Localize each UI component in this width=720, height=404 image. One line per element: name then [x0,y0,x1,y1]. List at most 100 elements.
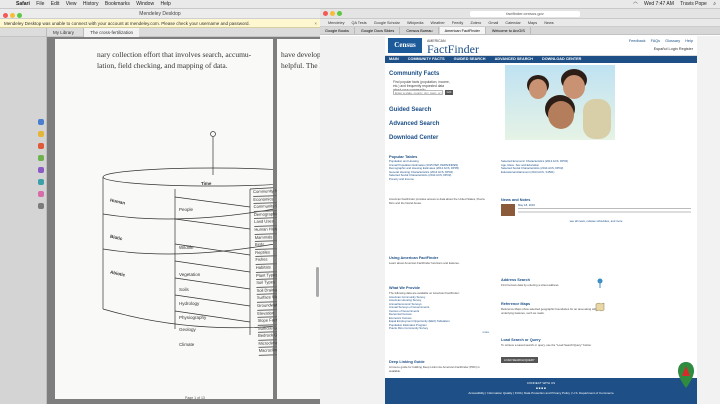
go-button[interactable]: GO [445,90,453,95]
highlight-tool-icon[interactable] [38,131,44,137]
menu-edit[interactable]: Edit [51,1,60,7]
nav-download-center[interactable]: DOWNLOAD CENTER [542,57,581,61]
eraser-tool-icon[interactable] [38,203,44,209]
pen-tool-icon[interactable] [38,167,44,173]
login-link[interactable]: Login [669,47,678,51]
flickr-icon[interactable]: ■ [544,386,546,390]
nav-main[interactable]: MAIN [389,57,399,61]
tab-my-library[interactable]: My Library [46,28,80,37]
facebook-icon[interactable]: ■ [536,386,538,390]
close-window-icon[interactable] [323,11,328,16]
load-search-block: Load Search or Query To retrieve a saved… [501,338,621,366]
news-thumbnail[interactable] [501,204,515,216]
register-link[interactable]: Register [679,47,693,51]
bookmark[interactable]: Maps [528,21,537,25]
factfinder-title[interactable]: FactFinder [427,42,479,57]
wwp-more-link[interactable]: more [389,330,489,335]
news-block: News and Notes May 18, 2016 see all news… [501,198,691,224]
page-text-line: helpful. The N [281,61,320,70]
bookmark[interactable]: Gmail [488,21,498,25]
category-geology: Geology [179,327,196,332]
browser-tab[interactable]: Census Bureau [401,27,439,34]
close-window-icon[interactable] [3,13,8,18]
browser-tab[interactable]: Google Docs Slides [356,27,401,34]
minimize-window-icon[interactable] [10,13,15,18]
menu-window[interactable]: Window [136,1,154,7]
nav-advanced-search[interactable]: ADVANCED SEARCH [495,57,533,61]
address-bar[interactable]: factfinder.census.gov [470,11,580,17]
table-link[interactable]: Educational Attainment (2014 ACS, S1501) [501,170,611,175]
factfinder-page: Census AMERICAN FactFinder Feedback FAQs… [320,36,720,404]
bookmark[interactable]: Google Scholar [374,21,400,25]
banner-text: Mendeley Desktop was unable to connect w… [4,21,250,26]
map-icon [595,302,605,312]
category-soils: Soils [179,287,189,292]
color-tool-icon[interactable] [38,155,44,161]
community-facts-input[interactable] [393,90,443,95]
tab-document[interactable]: The cross-fertilization [83,28,140,37]
reference-maps-title[interactable]: Reference Maps [501,302,601,306]
main-nav: MAIN COMMUNITY FACTS GUIDED SEARCH ADVAN… [385,56,697,63]
menu-file[interactable]: File [36,1,44,7]
note-tool-icon[interactable] [38,143,44,149]
load-search-text: To retrieve a saved search or query, use… [501,343,592,347]
menu-bookmarks[interactable]: Bookmarks [105,1,130,7]
menu-help[interactable]: Help [160,1,170,7]
bookmark[interactable]: Weather [431,21,445,25]
pdf-view[interactable]: nary collection effort that involves sea… [47,37,320,404]
using-title[interactable]: Using American FactFinder [389,256,489,260]
scrollbar[interactable] [316,267,319,297]
news-title: News and Notes [501,198,531,202]
page-footer: Page 1 of 13 [185,396,205,400]
select-tool-icon[interactable] [38,119,44,125]
faqs-link[interactable]: FAQs [651,39,661,43]
bookmark[interactable]: Calendar [505,21,520,25]
bookmark[interactable]: News [544,21,554,25]
bookmark[interactable]: Feedly [452,21,463,25]
hero-section: Community Facts Find popular facts (popu… [385,63,697,143]
menu-view[interactable]: View [66,1,77,7]
bookmark[interactable]: Wikipedia [407,21,423,25]
browser-tab[interactable]: Welcome to ArcGIS [487,27,531,34]
address-title[interactable]: Address Search [501,278,601,282]
news-more-link[interactable]: see all news, release schedules, and mor… [501,219,691,224]
bookmark[interactable]: Mendeley [328,21,344,25]
census-logo[interactable]: Census [388,38,422,53]
user-name[interactable]: Travis Pope [680,1,707,7]
search-icon[interactable]: ⌕ [713,1,716,7]
deep-linking-title[interactable]: Deep Linking Guide [389,360,489,364]
pushpin-icon [597,278,603,288]
bookmark[interactable]: Zotero [470,21,481,25]
help-link[interactable]: Help [685,39,693,43]
zoom-window-icon[interactable] [17,13,22,18]
minimize-window-icon[interactable] [330,11,335,16]
browser-tab[interactable]: Google Books [320,27,355,34]
glossary-link[interactable]: Glossary [665,39,680,43]
download-center-link[interactable]: Download Center [389,135,438,141]
banner-close-icon[interactable]: × [314,19,317,27]
zoom-window-icon[interactable] [337,11,342,16]
shape-tool-icon[interactable] [38,179,44,185]
category-people: People [179,207,194,212]
footer-links[interactable]: Accessibility | Information Quality | FO… [385,391,697,396]
nav-guided-search[interactable]: GUIDED SEARCH [454,57,486,61]
guided-search-link[interactable]: Guided Search [389,107,431,113]
clock[interactable]: Wed 7:47 AM [644,1,674,7]
youtube-icon[interactable]: ■ [541,386,543,390]
header-links: Feedback FAQs Glossary Help [625,39,693,43]
header-account: Español Login Register [654,47,693,51]
bookmark[interactable]: QA Tests [352,21,367,25]
using-block: Using American FactFinder Learn about Am… [389,256,489,266]
menu-app[interactable]: Safari [16,1,30,7]
browser-tab-active[interactable]: American FactFinder [439,27,486,34]
nav-community-facts[interactable]: COMMUNITY FACTS [408,57,445,61]
wifi-icon[interactable]: ◠ [633,1,637,7]
window-titlebar: Mendeley Desktop [0,9,320,19]
community-facts-title[interactable]: Community Facts [389,71,439,77]
text-tool-icon[interactable] [38,191,44,197]
feedback-link[interactable]: Feedback [629,39,646,43]
advanced-search-link[interactable]: Advanced Search [389,121,439,127]
menu-history[interactable]: History [83,1,99,7]
load-search-button[interactable]: LOAD SEARCH/QUERY [501,356,538,363]
espanol-link[interactable]: Español [654,47,668,51]
